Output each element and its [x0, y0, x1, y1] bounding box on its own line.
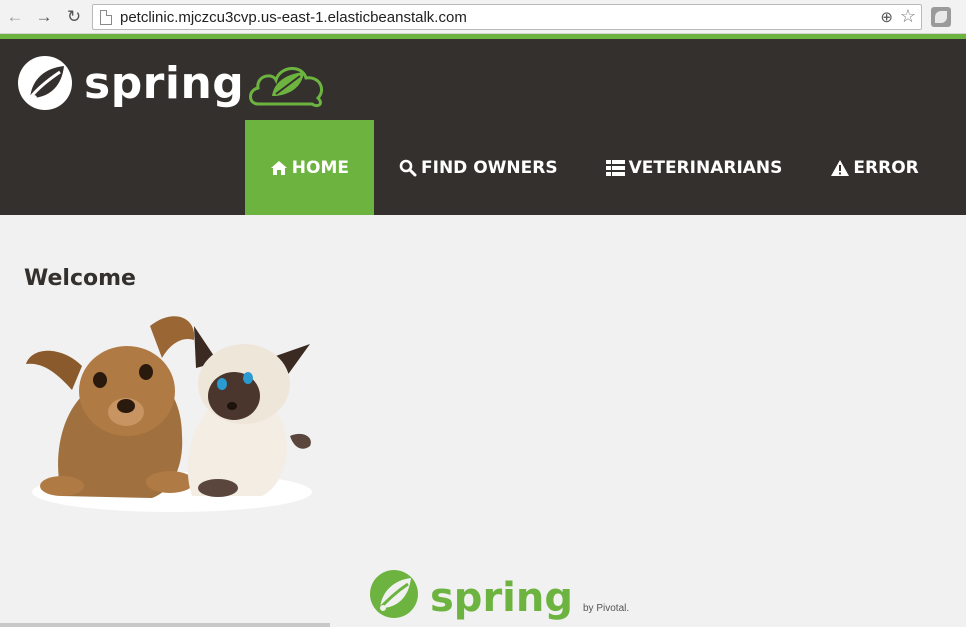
- spring-leaf-icon: [18, 56, 72, 110]
- brand-text: spring: [84, 57, 245, 109]
- menu-item-veterinarians[interactable]: VETERINARIANS: [582, 120, 807, 215]
- main-menu: HOME FIND OWNERS VETERINARIANS ERROR: [245, 120, 943, 215]
- menu-item-home[interactable]: HOME: [245, 120, 374, 215]
- address-bar[interactable]: petclinic.mjczcu3cvp.us-east-1.elasticbe…: [92, 4, 922, 30]
- menu-item-label: HOME: [291, 157, 349, 178]
- cloud-leaf-icon: [249, 67, 324, 108]
- reload-icon: ↻: [66, 7, 82, 26]
- pets-image: [26, 316, 312, 512]
- page-title: Welcome: [24, 266, 136, 291]
- brand-logo[interactable]: spring: [16, 53, 328, 113]
- warning-icon: [830, 159, 850, 177]
- extension-button[interactable]: [931, 7, 951, 27]
- extension-icon: [935, 11, 947, 23]
- footer-logo: spring by Pivotal.: [368, 568, 629, 620]
- back-button[interactable]: ←: [4, 6, 26, 28]
- reload-button[interactable]: ↻: [63, 6, 85, 28]
- browser-toolbar: ← → ↻ petclinic.mjczcu3cvp.us-east-1.ela…: [0, 0, 966, 34]
- bookmark-star-icon[interactable]: ☆: [900, 6, 916, 27]
- forward-button[interactable]: →: [33, 6, 55, 28]
- search-icon: [398, 159, 418, 177]
- menu-item-find-owners[interactable]: FIND OWNERS: [374, 120, 582, 215]
- home-icon: [270, 159, 289, 177]
- menu-item-label: FIND OWNERS: [421, 157, 558, 178]
- zoom-icon[interactable]: ⊕: [880, 8, 893, 26]
- horizontal-scrollbar[interactable]: [0, 623, 330, 627]
- footer-brand-text: spring: [430, 575, 573, 621]
- arrow-right-icon: →: [35, 7, 53, 26]
- url-text[interactable]: petclinic.mjczcu3cvp.us-east-1.elasticbe…: [120, 9, 467, 26]
- menu-item-error[interactable]: ERROR: [806, 120, 942, 215]
- footer-by-text: by Pivotal.: [583, 603, 630, 614]
- navbar: spring HOME FIND OWNERS VETERINARIANS ER…: [0, 39, 966, 215]
- list-icon: [606, 159, 626, 177]
- spring-leaf-icon: [370, 570, 418, 618]
- page-icon: [100, 10, 112, 25]
- arrow-left-icon: ←: [6, 7, 24, 26]
- menu-item-label: ERROR: [853, 157, 919, 178]
- menu-item-label: VETERINARIANS: [628, 157, 783, 178]
